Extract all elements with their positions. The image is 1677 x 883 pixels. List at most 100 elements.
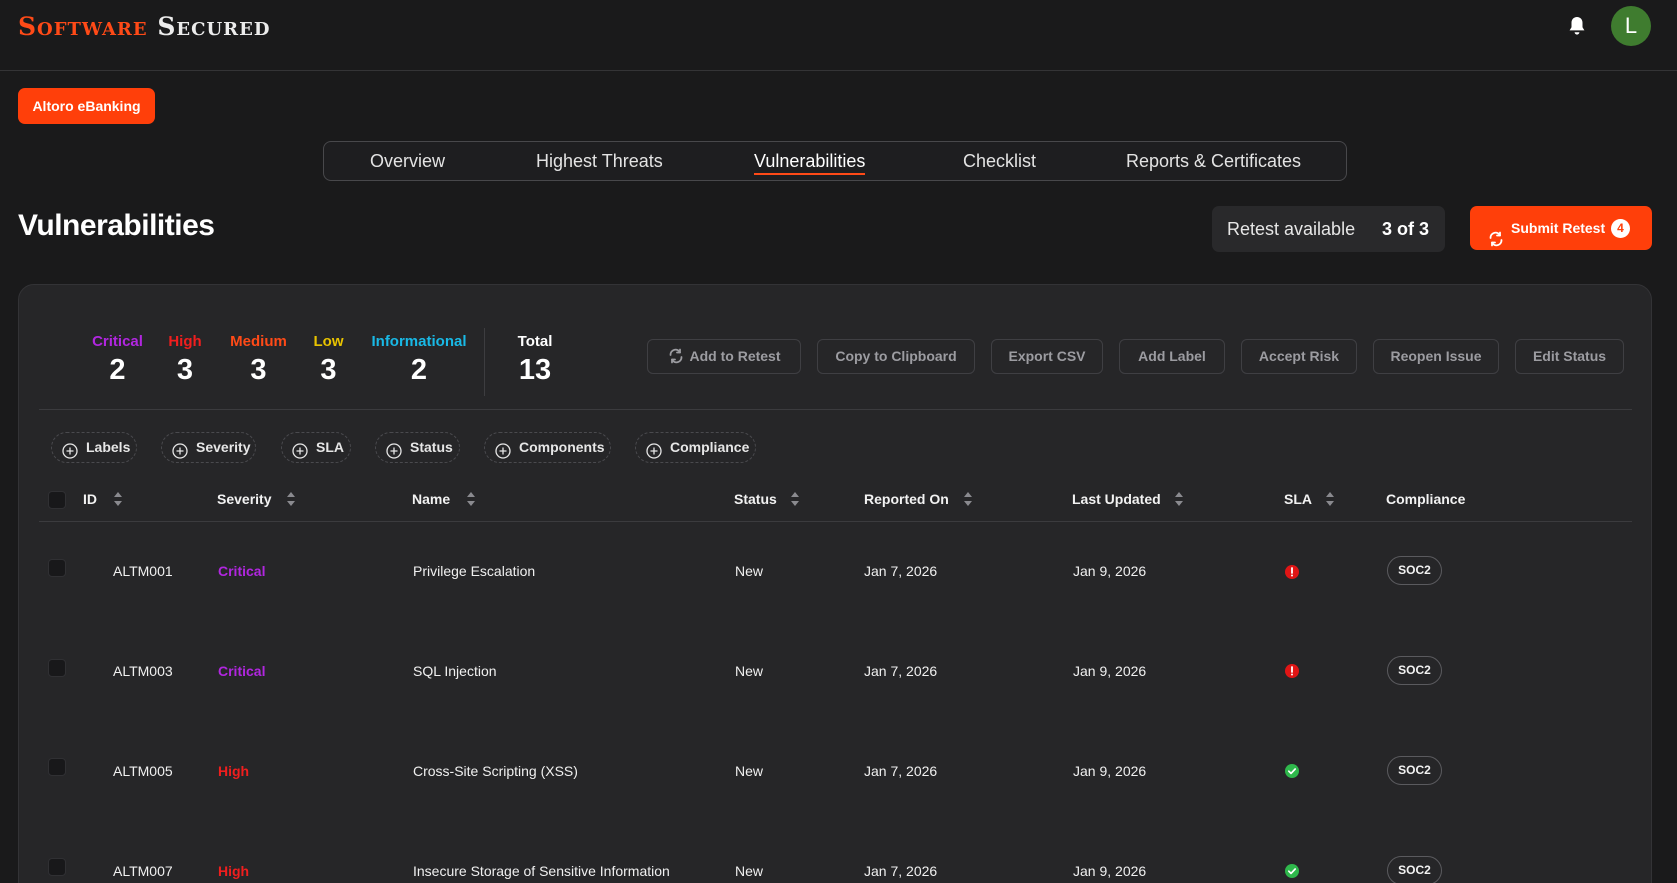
column-header-reported-on[interactable]: Reported On: [864, 491, 949, 507]
row-reported-on: Jan 7, 2026: [864, 563, 938, 579]
retest-count: 3 of 3: [1381, 219, 1429, 239]
filter-compliance[interactable]: Compliance: [635, 432, 756, 463]
column-header-compliance: Compliance: [1386, 491, 1466, 507]
stat-high-label: High: [168, 333, 202, 350]
column-header-sla[interactable]: SLA: [1284, 491, 1312, 507]
stat-low[interactable]: Low 3: [311, 333, 346, 387]
row-last-updated: Jan 9, 2026: [1073, 763, 1147, 779]
tab-highest-threats[interactable]: Highest Threats: [536, 142, 663, 180]
sla-ok-icon: [1285, 864, 1299, 878]
accept-risk-button[interactable]: Accept Risk: [1241, 339, 1357, 374]
row-checkbox[interactable]: [48, 659, 66, 677]
row-reported-on: Jan 7, 2026: [864, 763, 938, 779]
edit-status-button[interactable]: Edit Status: [1515, 339, 1624, 374]
sla-breached-icon: [1285, 664, 1299, 678]
section-divider: [39, 409, 1632, 410]
stats-divider: [484, 328, 485, 396]
tab-checklist[interactable]: Checklist: [963, 142, 1036, 180]
filter-compliance-label: Compliance: [670, 439, 750, 455]
row-reported-on: Jan 7, 2026: [864, 863, 938, 879]
column-header-last-updated[interactable]: Last Updated: [1072, 491, 1161, 507]
export-csv-button[interactable]: Export CSV: [991, 339, 1103, 374]
bell-icon[interactable]: [1565, 14, 1589, 38]
row-id[interactable]: ALTM007: [113, 863, 173, 879]
sort-icon[interactable]: [1325, 490, 1335, 508]
column-header-status[interactable]: Status: [734, 491, 777, 507]
row-checkbox[interactable]: [48, 858, 66, 876]
logo-part-2: Secured: [157, 12, 271, 41]
reopen-issue-button[interactable]: Reopen Issue: [1373, 339, 1499, 374]
row-name[interactable]: Insecure Storage of Sensitive Informatio…: [413, 863, 670, 879]
table-header-divider: [39, 521, 1632, 522]
add-label-button[interactable]: Add Label: [1119, 339, 1225, 374]
row-severity: Critical: [218, 663, 266, 679]
row-last-updated: Jan 9, 2026: [1073, 663, 1147, 679]
sort-icon[interactable]: [790, 490, 800, 508]
filter-labels-label: Labels: [86, 439, 131, 455]
stat-informational-label: Informational: [371, 333, 467, 350]
filter-components-label: Components: [519, 439, 605, 455]
compliance-badge[interactable]: SOC2: [1387, 756, 1442, 785]
row-id[interactable]: ALTM003: [113, 663, 173, 679]
copy-to-clipboard-button[interactable]: Copy to Clipboard: [817, 339, 975, 374]
row-last-updated: Jan 9, 2026: [1073, 863, 1147, 879]
stat-low-label: Low: [313, 333, 344, 350]
stat-total-label: Total: [517, 333, 553, 350]
submit-retest-badge: 4: [1611, 219, 1630, 238]
filter-status-label: Status: [410, 439, 453, 455]
stat-medium-value: 3: [250, 354, 267, 386]
row-id[interactable]: ALTM005: [113, 763, 173, 779]
plus-circle-icon: [62, 440, 78, 459]
row-name[interactable]: Privilege Escalation: [413, 563, 535, 579]
column-header-id[interactable]: ID: [83, 491, 97, 507]
tab-overview[interactable]: Overview: [370, 142, 445, 180]
filter-sla[interactable]: SLA: [281, 432, 351, 463]
avatar[interactable]: L: [1611, 6, 1651, 46]
sort-icon[interactable]: [113, 490, 123, 508]
stat-critical-value: 2: [109, 354, 126, 386]
row-name[interactable]: SQL Injection: [413, 663, 497, 679]
filter-severity[interactable]: Severity: [161, 432, 256, 463]
stat-informational[interactable]: Informational 2: [366, 333, 472, 387]
filter-severity-label: Severity: [196, 439, 251, 455]
filter-status[interactable]: Status: [375, 432, 460, 463]
stat-critical[interactable]: Critical 2: [90, 333, 145, 387]
submit-retest-button[interactable]: Submit Retest 4: [1470, 206, 1652, 250]
plus-circle-icon: [292, 440, 308, 459]
row-id[interactable]: ALTM001: [113, 563, 173, 579]
row-checkbox[interactable]: [48, 559, 66, 577]
add-to-retest-label: Add to Retest: [689, 348, 781, 364]
select-all-checkbox[interactable]: [48, 491, 66, 509]
sla-ok-icon: [1285, 764, 1299, 778]
filter-components[interactable]: Components: [484, 432, 611, 463]
sort-icon[interactable]: [286, 490, 296, 508]
plus-circle-icon: [172, 440, 188, 459]
sort-icon[interactable]: [1174, 490, 1184, 508]
row-severity: Critical: [218, 563, 266, 579]
compliance-badge[interactable]: SOC2: [1387, 656, 1442, 685]
plus-circle-icon: [646, 440, 662, 459]
column-header-severity[interactable]: Severity: [217, 491, 271, 507]
tab-reports-certificates[interactable]: Reports & Certificates: [1126, 142, 1301, 180]
compliance-badge[interactable]: SOC2: [1387, 556, 1442, 585]
stat-low-value: 3: [320, 354, 337, 386]
compliance-badge[interactable]: SOC2: [1387, 856, 1442, 883]
row-checkbox[interactable]: [48, 758, 66, 776]
sort-icon[interactable]: [466, 490, 476, 508]
retest-label: Retest available: [1227, 219, 1356, 239]
tab-vulnerabilities[interactable]: Vulnerabilities: [754, 142, 866, 180]
logo-part-1: Software: [18, 12, 148, 41]
sort-icon[interactable]: [963, 490, 973, 508]
add-to-retest-button[interactable]: Add to Retest: [647, 339, 801, 374]
column-header-name[interactable]: Name: [412, 491, 450, 507]
logo[interactable]: Software Secured: [18, 10, 270, 44]
row-last-updated: Jan 9, 2026: [1073, 563, 1147, 579]
row-name[interactable]: Cross-Site Scripting (XSS): [413, 763, 578, 779]
stat-high[interactable]: High 3: [164, 333, 206, 387]
project-button[interactable]: Altoro eBanking: [18, 88, 155, 124]
stat-critical-label: Critical: [92, 333, 143, 350]
filter-labels[interactable]: Labels: [51, 432, 137, 463]
stat-medium[interactable]: Medium 3: [226, 333, 291, 387]
stat-high-value: 3: [176, 354, 194, 386]
stat-informational-value: 2: [410, 354, 428, 386]
